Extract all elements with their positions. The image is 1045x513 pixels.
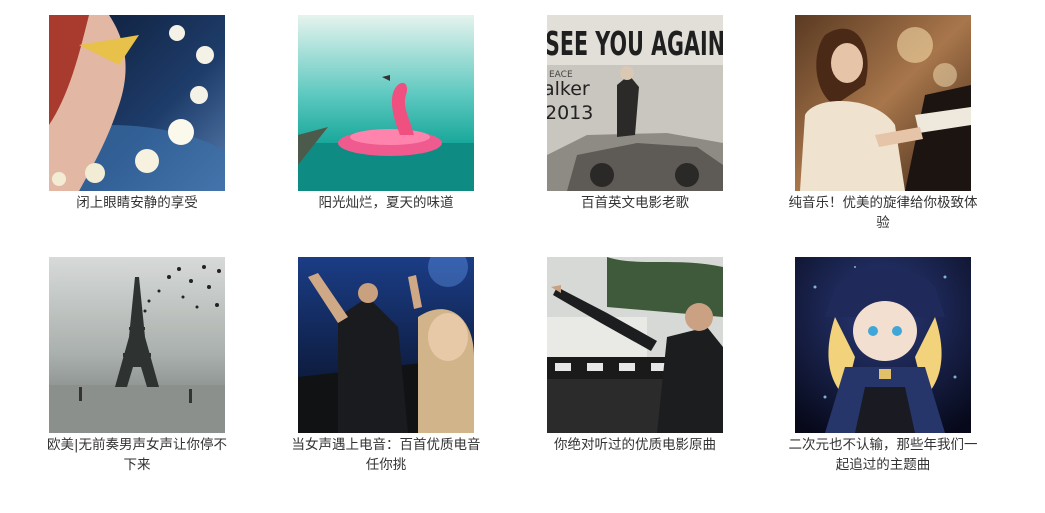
- playlist-card[interactable]: 纯音乐！优美的旋律给你极致体验: [788, 15, 978, 233]
- playlist-cover-image[interactable]: [298, 257, 474, 433]
- cover-text: 2013: [547, 102, 593, 124]
- playlist-card[interactable]: 欧美|无前奏男声女声让你停不下来: [42, 257, 232, 475]
- playlist-card[interactable]: 阳光灿烂，夏天的味道: [291, 15, 481, 213]
- playlist-title[interactable]: 阳光灿烂，夏天的味道: [291, 193, 481, 213]
- playlist-cover-image[interactable]: [49, 15, 225, 191]
- playlist-card[interactable]: 二次元也不认输，那些年我们一起追过的主题曲: [788, 257, 978, 475]
- playlist-title[interactable]: 闭上眼睛安静的享受: [42, 193, 232, 213]
- playlist-title[interactable]: 欧美|无前奏男声女声让你停不下来: [42, 435, 232, 475]
- playlist-cover-image[interactable]: SEE YOU AGAIN EACE alker 2013: [547, 15, 723, 191]
- playlist-cover-image[interactable]: [795, 15, 971, 191]
- playlist-cover-image[interactable]: [49, 257, 225, 433]
- playlist-card[interactable]: 当女声遇上电音：百首优质电音任你挑: [291, 257, 481, 475]
- playlist-card[interactable]: SEE YOU AGAIN EACE alker 2013 百首英文电影老歌: [540, 15, 730, 213]
- cover-text: alker: [547, 78, 590, 100]
- playlist-title[interactable]: 当女声遇上电音：百首优质电音任你挑: [291, 435, 481, 475]
- playlist-card[interactable]: 你绝对听过的优质电影原曲: [540, 257, 730, 455]
- playlist-grid: 闭上眼睛安静的享受 阳光灿烂，夏天的味道 SEE YOU AGAIN EACE …: [0, 0, 1045, 513]
- playlist-cover-image[interactable]: [795, 257, 971, 433]
- cover-text: SEE YOU AGAIN: [547, 24, 723, 63]
- playlist-cover-image[interactable]: [547, 257, 723, 433]
- playlist-title[interactable]: 百首英文电影老歌: [540, 193, 730, 213]
- playlist-cover-image[interactable]: [298, 15, 474, 191]
- playlist-title[interactable]: 纯音乐！优美的旋律给你极致体验: [788, 193, 978, 233]
- playlist-title[interactable]: 二次元也不认输，那些年我们一起追过的主题曲: [788, 435, 978, 475]
- playlist-title[interactable]: 你绝对听过的优质电影原曲: [540, 435, 730, 455]
- playlist-card[interactable]: 闭上眼睛安静的享受: [42, 15, 232, 213]
